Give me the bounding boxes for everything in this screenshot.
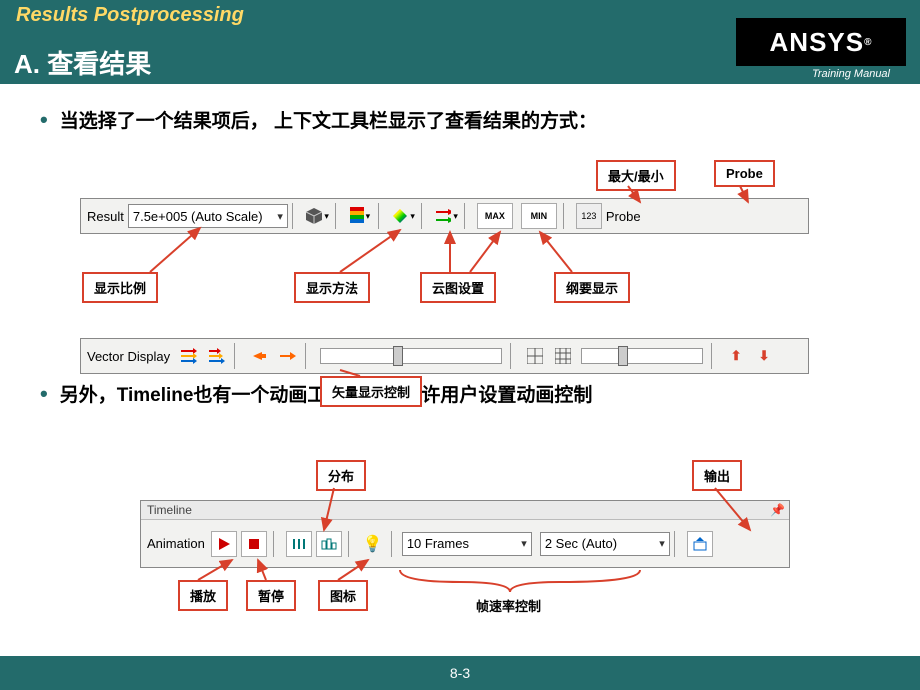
callout-framerate: 帧速率控制 — [466, 592, 551, 619]
vector-toolbar: Vector Display ⬆ ⬇ — [80, 338, 809, 374]
probe-icon[interactable]: 123 — [576, 203, 602, 229]
scale-value: 7.5e+005 (Auto Scale) — [133, 209, 263, 224]
play-button[interactable] — [211, 531, 237, 557]
callout-vectorctrl: 矢量显示控制 — [320, 376, 422, 407]
contour-bands-icon[interactable] — [348, 204, 372, 228]
vector-mode-2-icon[interactable] — [204, 344, 228, 368]
pin-icon[interactable]: 📌 — [770, 503, 785, 517]
frames-combo[interactable]: 10 Frames — [402, 532, 532, 556]
callout-outline: 纲要显示 — [554, 272, 630, 303]
rainbow-shape-icon[interactable] — [391, 204, 415, 228]
arrow-up-icon[interactable]: ⬆ — [724, 344, 748, 368]
callout-pause: 暂停 — [246, 580, 296, 611]
callout-probe: Probe — [714, 160, 775, 187]
seconds-value: 2 Sec (Auto) — [545, 536, 617, 551]
callout-maxmin: 最大/最小 — [596, 160, 676, 191]
geometry-cube-icon[interactable] — [305, 204, 329, 228]
result-label: Result — [87, 209, 124, 224]
vector-slider-2[interactable] — [581, 348, 703, 364]
vector-mode-1-icon[interactable] — [176, 344, 200, 368]
ansys-logo: ANSYS® — [736, 18, 906, 66]
callout-export: 输出 — [692, 460, 742, 491]
vector-grid-2-icon[interactable] — [551, 344, 575, 368]
timeline-toolbar: Timeline📌 Animation 💡 10 Frames 2 Sec (A… — [140, 500, 790, 568]
result-toolbar: Result 7.5e+005 (Auto Scale) MAX MIN 123… — [80, 198, 809, 234]
callout-dist: 分布 — [316, 460, 366, 491]
vector-label: Vector Display — [87, 349, 170, 364]
distribute-button[interactable] — [286, 531, 312, 557]
vector-arrows-icon[interactable] — [434, 204, 458, 228]
training-manual-label: Training Manual — [812, 68, 890, 80]
timeline-title: Timeline📌 — [141, 501, 789, 520]
seconds-combo[interactable]: 2 Sec (Auto) — [540, 532, 670, 556]
bullet-2: 另外，Timeline也有一个动画工具栏，它允许用户设置动画控制 — [40, 380, 592, 407]
slide-header: Results Postprocessing A. 查看结果 ANSYS® Tr… — [0, 0, 920, 84]
vector-grid-1-icon[interactable] — [523, 344, 547, 368]
animation-label: Animation — [147, 536, 205, 551]
vector-style-1-icon[interactable] — [247, 344, 271, 368]
header-subtitle: A. 查看结果 — [14, 44, 151, 81]
bullet-1: 当选择了一个结果项后， 上下文工具栏显示了查看结果的方式： — [40, 106, 597, 133]
page-number: 8-3 — [450, 665, 470, 681]
stop-button[interactable] — [241, 531, 267, 557]
min-button[interactable]: MIN — [521, 203, 557, 229]
arrow-down-icon[interactable]: ⬇ — [752, 344, 776, 368]
vector-style-2-icon[interactable] — [275, 344, 299, 368]
distribute-2-button[interactable] — [316, 531, 342, 557]
vector-slider-1[interactable] — [320, 348, 502, 364]
callout-icon: 图标 — [318, 580, 368, 611]
callout-scale: 显示比例 — [82, 272, 158, 303]
export-button[interactable] — [687, 531, 713, 557]
callout-play: 播放 — [178, 580, 228, 611]
frames-value: 10 Frames — [407, 536, 469, 551]
probe-label: Probe — [606, 209, 641, 224]
callout-method: 显示方法 — [294, 272, 370, 303]
callout-contour: 云图设置 — [420, 272, 496, 303]
max-button[interactable]: MAX — [477, 203, 513, 229]
bulb-icon[interactable]: 💡 — [361, 532, 385, 556]
scale-combo[interactable]: 7.5e+005 (Auto Scale) — [128, 204, 288, 228]
slide-footer: 8-3 — [0, 656, 920, 690]
header-title: Results Postprocessing — [16, 4, 244, 27]
